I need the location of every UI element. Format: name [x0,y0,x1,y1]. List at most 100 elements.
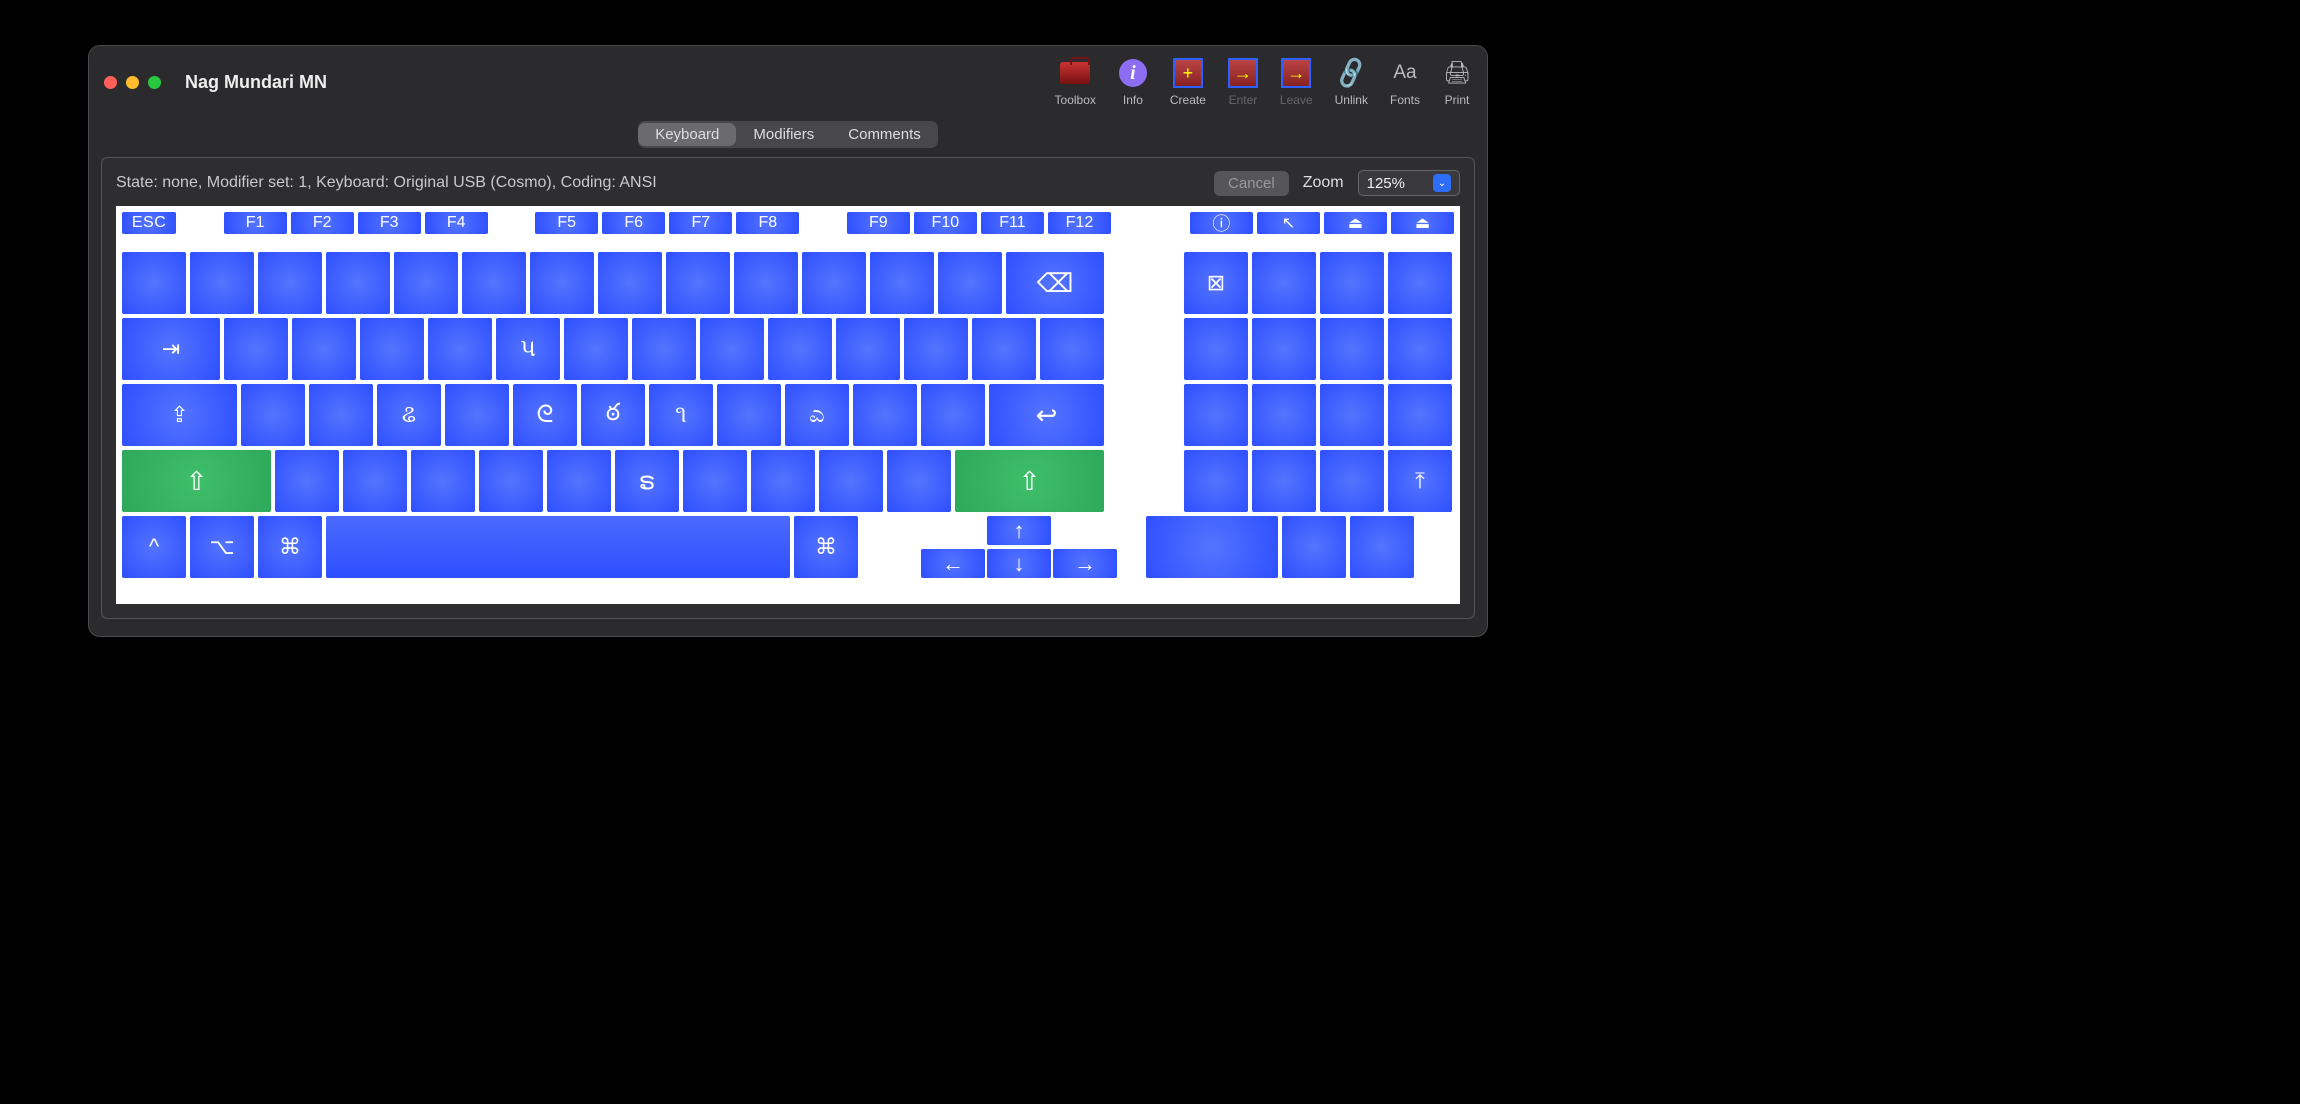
key-k[interactable] [717,384,781,446]
key-numpad-enter[interactable] [1350,516,1414,578]
key-arrow-left[interactable]: ← [921,549,985,578]
minimize-button[interactable] [126,76,139,89]
key-f3[interactable]: F3 [358,212,421,234]
key-x[interactable] [343,450,407,512]
key-4[interactable] [394,252,458,314]
key-esc[interactable]: ESC [122,212,176,234]
key-f2[interactable]: F2 [291,212,354,234]
key-y[interactable] [564,318,628,380]
key-9[interactable] [734,252,798,314]
key-rbracket[interactable] [972,318,1036,380]
key-return[interactable]: ↩ [989,384,1104,446]
tab-keyboard[interactable]: Keyboard [638,123,736,146]
key-right-shift[interactable]: ⇧ [955,450,1104,512]
key-0[interactable] [802,252,866,314]
key-numpad-clear[interactable]: ⊠ [1184,252,1248,314]
key-command-left[interactable]: ⌘ [258,516,322,578]
print-button[interactable]: 🖨 Print [1442,58,1472,107]
key-numpad-2[interactable] [1252,450,1316,512]
key-help[interactable]: ⓘ [1190,212,1253,234]
key-z[interactable] [275,450,339,512]
close-button[interactable] [104,76,117,89]
key-u[interactable] [632,318,696,380]
key-backspace[interactable]: ⌫ [1006,252,1104,314]
key-option[interactable]: ⌥ [190,516,254,578]
key-grave[interactable] [122,252,186,314]
key-tab[interactable]: ⇥ [122,318,220,380]
key-i[interactable] [700,318,764,380]
key-numpad-dot[interactable] [1282,516,1346,578]
key-page-up[interactable]: ⤒ [1388,450,1452,512]
key-f6[interactable]: F6 [602,212,665,234]
key-numpad-8[interactable] [1252,318,1316,380]
key-v[interactable] [479,450,543,512]
key-f8[interactable]: F8 [736,212,799,234]
key-eject1[interactable]: ⏏ [1324,212,1387,234]
key-w[interactable] [292,318,356,380]
key-left-shift[interactable]: ⇧ [122,450,271,512]
key-f12[interactable]: F12 [1048,212,1111,234]
key-n[interactable]: ຣ [615,450,679,512]
key-f5[interactable]: F5 [535,212,598,234]
key-backslash[interactable] [1040,318,1104,380]
key-5[interactable] [462,252,526,314]
create-button[interactable]: + Create [1170,58,1206,107]
key-q[interactable] [224,318,288,380]
key-c[interactable] [411,450,475,512]
key-f11[interactable]: F11 [981,212,1044,234]
key-quote[interactable] [921,384,985,446]
key-f1[interactable]: F1 [224,212,287,234]
key-a[interactable] [241,384,305,446]
key-2[interactable] [258,252,322,314]
key-7[interactable] [598,252,662,314]
key-minus[interactable] [870,252,934,314]
tab-comments[interactable]: Comments [831,123,938,146]
key-equal[interactable] [938,252,1002,314]
key-numpad-plus[interactable] [1388,384,1452,446]
key-6[interactable] [530,252,594,314]
key-arrow-down[interactable]: ↓ [987,549,1051,578]
key-lbracket[interactable] [904,318,968,380]
key-1[interactable] [190,252,254,314]
key-arrow-right[interactable]: → [1053,549,1117,578]
key-numpad-minus[interactable] [1388,318,1452,380]
key-numpad-0[interactable] [1146,516,1278,578]
key-numpad-mul[interactable] [1388,252,1452,314]
key-period[interactable] [819,450,883,512]
key-s[interactable] [309,384,373,446]
tab-modifiers[interactable]: Modifiers [736,123,831,146]
key-3[interactable] [326,252,390,314]
key-f7[interactable]: F7 [669,212,732,234]
key-r[interactable] [428,318,492,380]
key-numpad-4[interactable] [1184,384,1248,446]
key-o[interactable] [768,318,832,380]
key-numpad-5[interactable] [1252,384,1316,446]
key-p[interactable] [836,318,900,380]
key-f9[interactable]: F9 [847,212,910,234]
key-semicolon[interactable] [853,384,917,446]
key-arrow-up[interactable]: ↑ [987,516,1051,545]
key-l[interactable]: ಎ [785,384,849,446]
enter-button[interactable]: → Enter [1228,58,1258,107]
info-button[interactable]: i Info [1118,58,1148,107]
leave-button[interactable]: → Leave [1280,58,1313,107]
toolbox-button[interactable]: Toolbox [1055,58,1096,107]
key-f4[interactable]: F4 [425,212,488,234]
fonts-button[interactable]: Aa Fonts [1390,58,1420,107]
key-j[interactable]: ૧ [649,384,713,446]
key-slash[interactable] [887,450,951,512]
key-8[interactable] [666,252,730,314]
zoom-button[interactable] [148,76,161,89]
key-h[interactable]: ఠ [581,384,645,446]
key-control[interactable]: ^ [122,516,186,578]
key-home-top[interactable]: ↖ [1257,212,1320,234]
key-d[interactable]: ଌ [377,384,441,446]
key-g[interactable]: ᘓ [513,384,577,446]
cancel-button[interactable]: Cancel [1214,171,1289,196]
zoom-select[interactable]: 125% ⌄ [1358,170,1460,196]
key-comma[interactable] [751,450,815,512]
key-b[interactable] [547,450,611,512]
key-numpad-1[interactable] [1184,450,1248,512]
unlink-button[interactable]: 🔗 Unlink [1335,58,1368,107]
key-command-right[interactable]: ⌘ [794,516,858,578]
